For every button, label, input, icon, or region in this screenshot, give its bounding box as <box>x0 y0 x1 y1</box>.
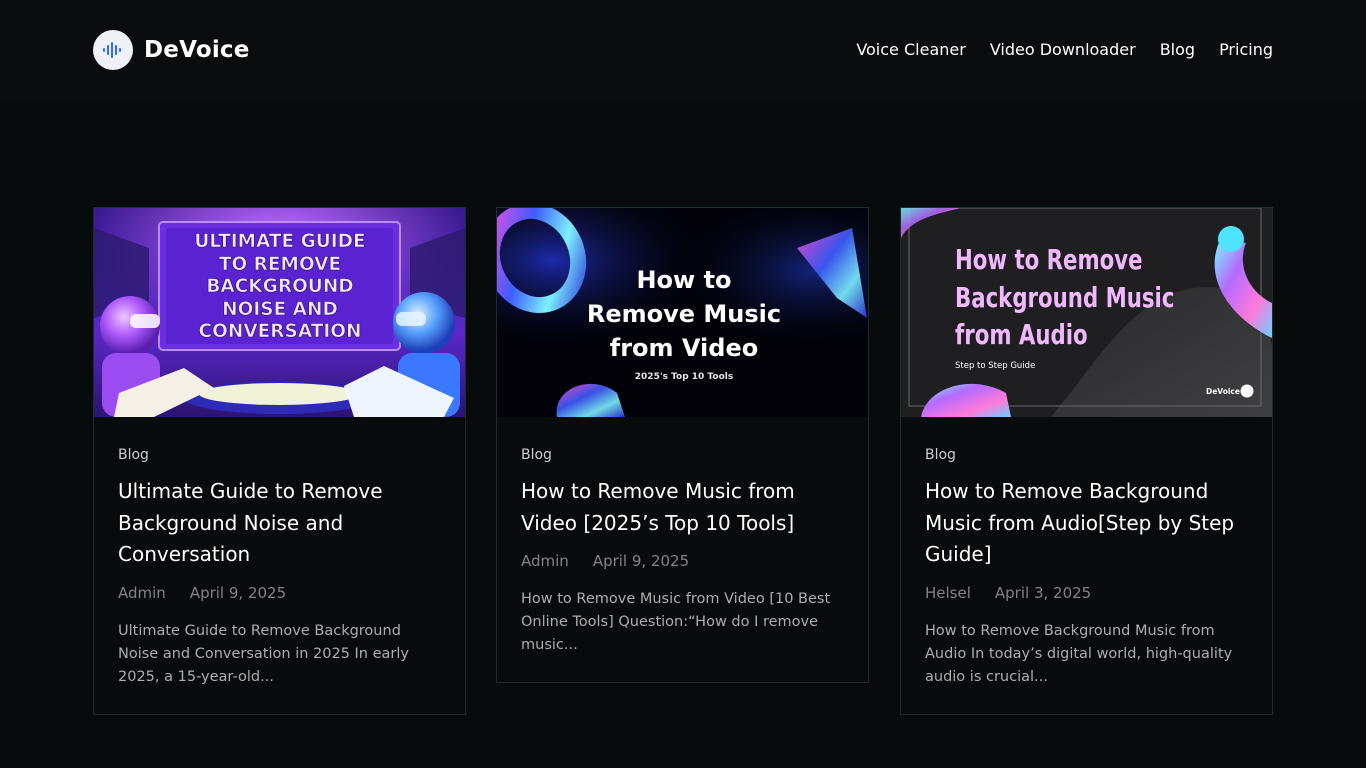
post-date: April 9, 2025 <box>592 552 690 570</box>
post-card: How to Remove Background Music from Audi… <box>900 207 1273 715</box>
post-title[interactable]: How to Remove Music from Video [2025’s T… <box>521 476 844 539</box>
post-thumbnail-image: ULTIMATE GUIDE TO REMOVE BACKGROUND NOIS… <box>94 208 465 417</box>
post-category[interactable]: Blog <box>521 446 552 464</box>
svg-text:TO REMOVE: TO REMOVE <box>219 254 341 275</box>
post-meta: Admin April 9, 2025 <box>118 583 441 603</box>
svg-text:How to: How to <box>636 266 731 294</box>
nav-blog[interactable]: Blog <box>1160 40 1195 60</box>
svg-text:NOISE AND: NOISE AND <box>222 299 338 320</box>
post-excerpt: Ultimate Guide to Remove Background Nois… <box>118 622 409 685</box>
thumbnail-headline: ULTIMATE GUIDE TO REMOVE BACKGROUND NOIS… <box>194 231 366 343</box>
post-category[interactable]: Blog <box>925 446 956 464</box>
svg-text:CONVERSATION: CONVERSATION <box>199 321 362 342</box>
post-thumbnail-link[interactable]: How to Remove Background Music from Audi… <box>901 208 1272 417</box>
soundwave-icon <box>1240 384 1254 398</box>
thumbnail-brand: DeVoice <box>1206 387 1240 396</box>
svg-text:Background Music: Background Music <box>955 281 1174 314</box>
post-card: ULTIMATE GUIDE TO REMOVE BACKGROUND NOIS… <box>93 207 466 715</box>
post-thumbnail-link[interactable]: ULTIMATE GUIDE TO REMOVE BACKGROUND NOIS… <box>94 208 465 417</box>
nav-pricing[interactable]: Pricing <box>1219 40 1273 60</box>
svg-text:from Audio: from Audio <box>955 318 1088 351</box>
post-category[interactable]: Blog <box>118 446 149 464</box>
brand-name: DeVoice <box>144 37 250 63</box>
svg-text:BACKGROUND: BACKGROUND <box>206 276 353 297</box>
post-title[interactable]: How to Remove Background Music from Audi… <box>925 476 1248 571</box>
main-nav: Voice Cleaner Video Downloader Blog Pric… <box>856 40 1273 60</box>
post-author: Helsel <box>925 583 971 602</box>
svg-text:How to Remove: How to Remove <box>955 243 1143 276</box>
post-thumbnail-image: How to Remove Background Music from Audi… <box>901 208 1272 417</box>
post-title[interactable]: Ultimate Guide to Remove Background Nois… <box>118 476 441 571</box>
post-thumbnail-image: How to Remove Music from Video 2025's To… <box>497 208 868 417</box>
site-header: DeVoice Voice Cleaner Video Downloader B… <box>0 0 1366 100</box>
post-author: Admin <box>118 583 166 602</box>
thumbnail-subtitle: 2025's Top 10 Tools <box>635 372 733 382</box>
post-excerpt: How to Remove Music from Video [10 Best … <box>521 591 831 653</box>
soundwave-icon <box>93 30 133 70</box>
brand-logo-link[interactable]: DeVoice <box>93 30 250 70</box>
post-date: April 9, 2025 <box>189 583 287 602</box>
post-meta: Helsel April 3, 2025 <box>925 583 1248 603</box>
svg-text:Remove Music: Remove Music <box>587 300 781 328</box>
nav-voice-cleaner[interactable]: Voice Cleaner <box>856 40 966 60</box>
post-date: April 3, 2025 <box>994 583 1092 602</box>
thumbnail-subtitle: Step to Step Guide <box>955 361 1035 371</box>
svg-text:ULTIMATE GUIDE: ULTIMATE GUIDE <box>194 231 365 252</box>
post-meta: Admin April 9, 2025 <box>521 551 844 571</box>
svg-text:from Video: from Video <box>610 334 758 362</box>
post-thumbnail-link[interactable]: How to Remove Music from Video 2025's To… <box>497 208 868 417</box>
post-excerpt: How to Remove Background Music from Audi… <box>925 622 1233 685</box>
nav-video-downloader[interactable]: Video Downloader <box>990 40 1136 60</box>
post-card: How to Remove Music from Video 2025's To… <box>496 207 869 683</box>
post-author: Admin <box>521 552 569 570</box>
